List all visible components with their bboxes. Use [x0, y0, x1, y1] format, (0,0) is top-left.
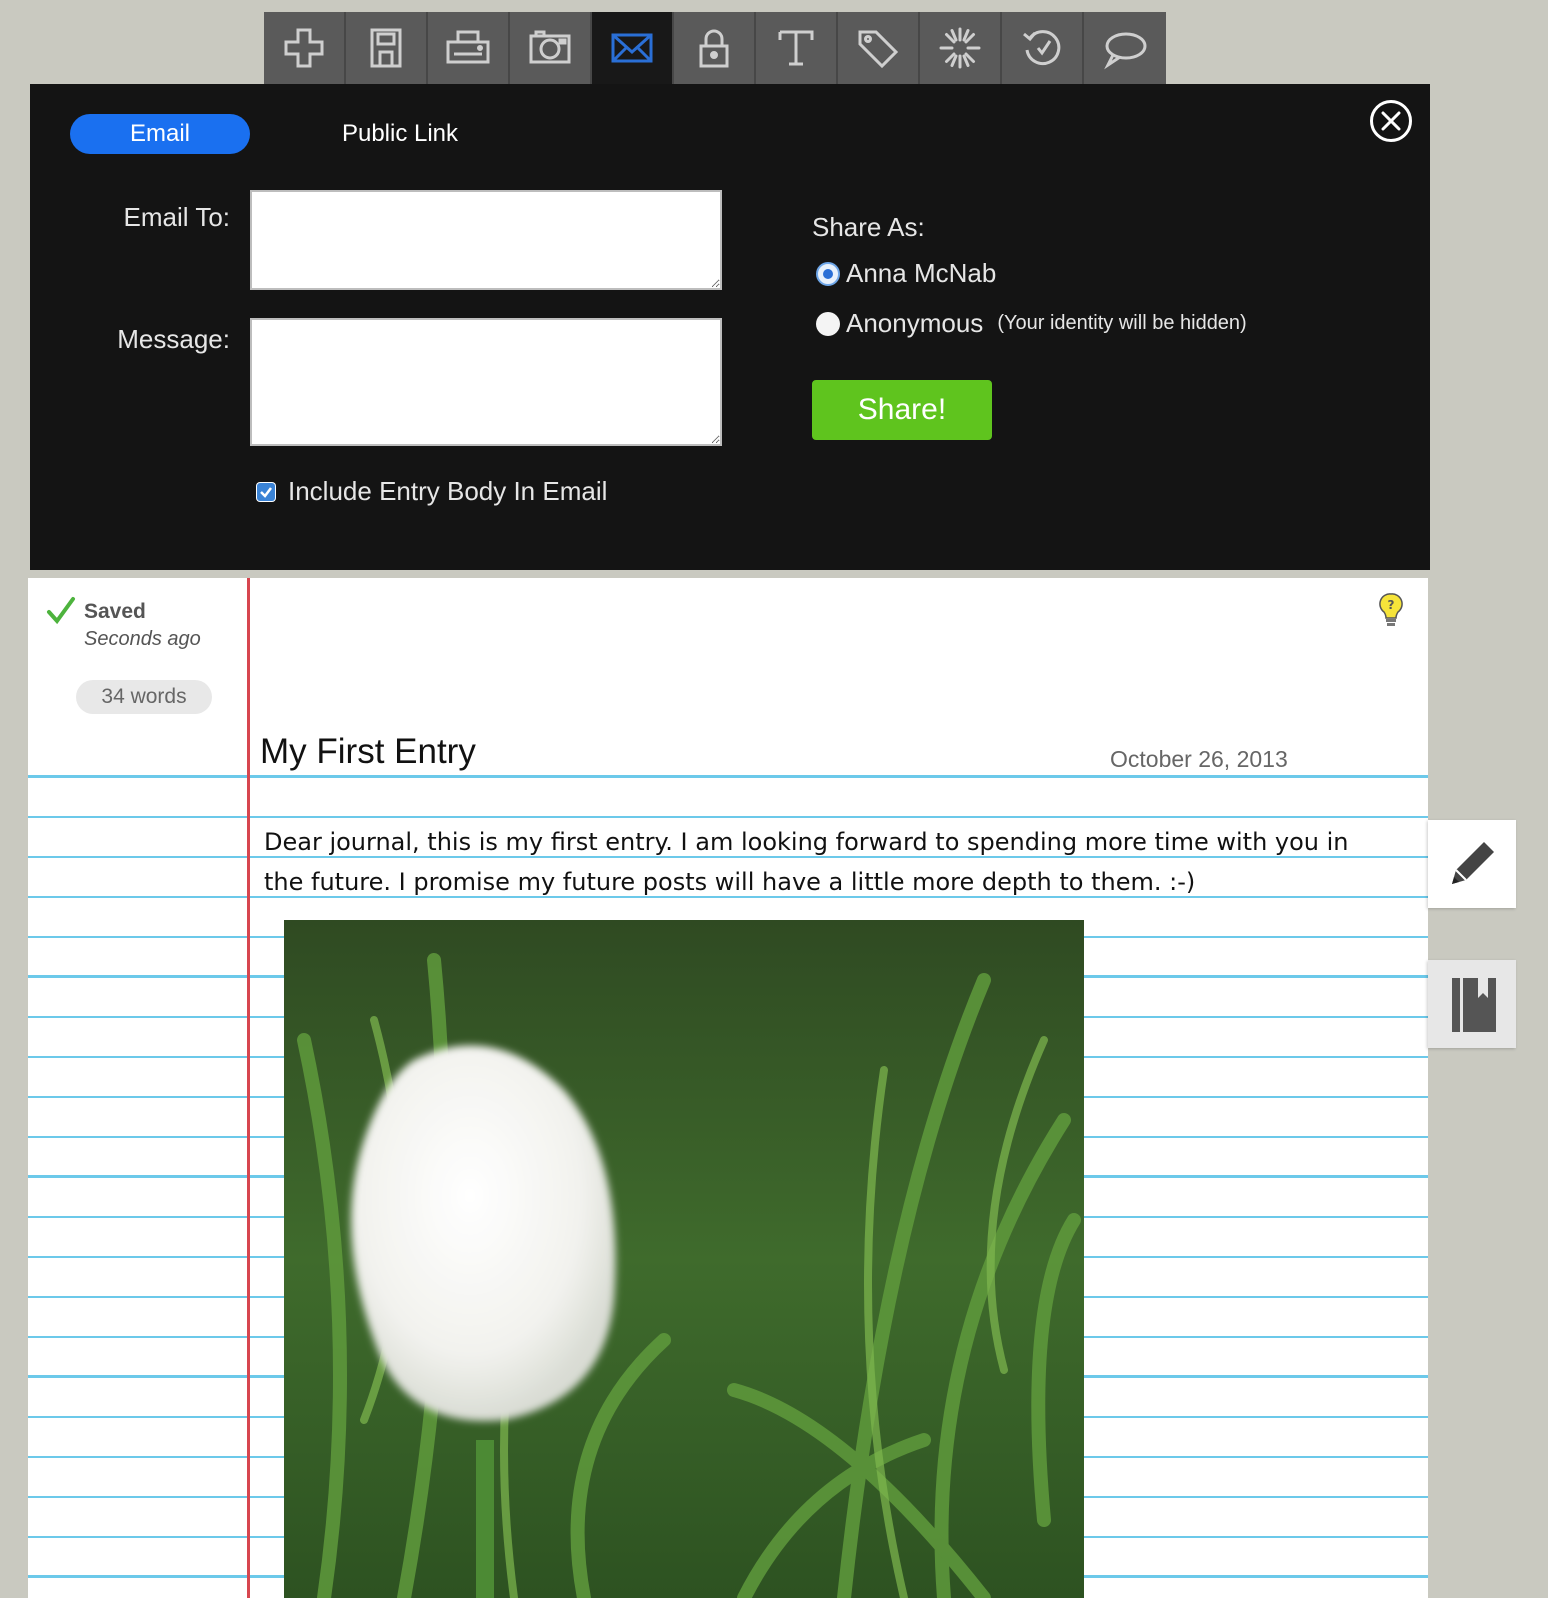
notebook-icon [1452, 978, 1496, 1032]
share-panel: Email Public Link Email To: Message: Inc… [30, 84, 1430, 570]
comment-icon [1104, 32, 1147, 70]
share-button[interactable]: Share! [812, 380, 992, 440]
text-icon [778, 30, 814, 66]
lock-button[interactable] [674, 12, 756, 84]
include-body-checkbox[interactable] [256, 481, 276, 502]
radio-anonymous[interactable] [816, 311, 840, 336]
share-as-label: Share As: [812, 212, 925, 242]
share-as-option-name: Anna McNab [816, 258, 996, 289]
mood-button[interactable] [920, 12, 1002, 84]
edit-button[interactable] [1428, 820, 1516, 908]
save-icon [370, 28, 402, 68]
journal-page: Saved Seconds ago 34 words ? My First En… [28, 578, 1428, 1598]
word-count-badge: 34 words [76, 680, 212, 714]
history-button[interactable] [1002, 12, 1084, 84]
history-icon [1023, 30, 1061, 66]
share-as-option-anonymous: Anonymous (Your identity will be hidden) [816, 308, 1247, 339]
tag-icon [858, 30, 899, 69]
camera-icon [529, 30, 571, 64]
email-to-label: Email To: [123, 202, 230, 232]
new-entry-button[interactable] [264, 12, 346, 84]
saved-check-icon [47, 597, 75, 625]
email-share-button[interactable] [592, 12, 674, 84]
plus-icon [284, 28, 324, 68]
tab-email[interactable]: Email [70, 114, 250, 154]
email-to-field[interactable] [250, 190, 722, 290]
checkmark-icon [257, 482, 275, 501]
email-icon [611, 33, 653, 63]
toolbar [264, 12, 1166, 84]
entry-title[interactable]: My First Entry [260, 732, 476, 772]
tag-button[interactable] [838, 12, 920, 84]
margin-line [247, 578, 250, 1598]
printer-icon [446, 30, 490, 64]
journal-button[interactable] [1428, 960, 1516, 1048]
saved-status: Saved [84, 600, 146, 623]
saved-time: Seconds ago [84, 628, 201, 650]
radio-label-name: Anna McNab [846, 258, 997, 288]
close-icon [1381, 111, 1401, 131]
entry-photo [284, 920, 1084, 1598]
svg-text:?: ? [1388, 598, 1395, 612]
photo-button[interactable] [510, 12, 592, 84]
entry-date: October 26, 2013 [1110, 746, 1288, 772]
include-body-label: Include Entry Body In Email [288, 476, 608, 506]
pencil-icon [1452, 842, 1494, 884]
print-button[interactable] [428, 12, 510, 84]
message-label: Message: [117, 324, 230, 354]
radio-anna-mcnab[interactable] [816, 261, 840, 286]
spinner-icon [939, 27, 981, 69]
include-body-row: Include Entry Body In Email [256, 476, 607, 507]
lock-icon [699, 29, 729, 68]
save-button[interactable] [346, 12, 428, 84]
comment-button[interactable] [1084, 12, 1166, 84]
radio-label-anonymous: Anonymous [846, 308, 984, 338]
text-format-button[interactable] [756, 12, 838, 84]
close-button[interactable] [1370, 100, 1412, 142]
entry-body[interactable]: Dear journal, this is my first entry. I … [264, 822, 1384, 902]
tab-public-link[interactable]: Public Link [300, 114, 500, 154]
lightbulb-icon[interactable]: ? [1378, 592, 1404, 628]
message-field[interactable] [250, 318, 722, 446]
anonymous-note: (Your identity will be hidden) [997, 312, 1247, 334]
